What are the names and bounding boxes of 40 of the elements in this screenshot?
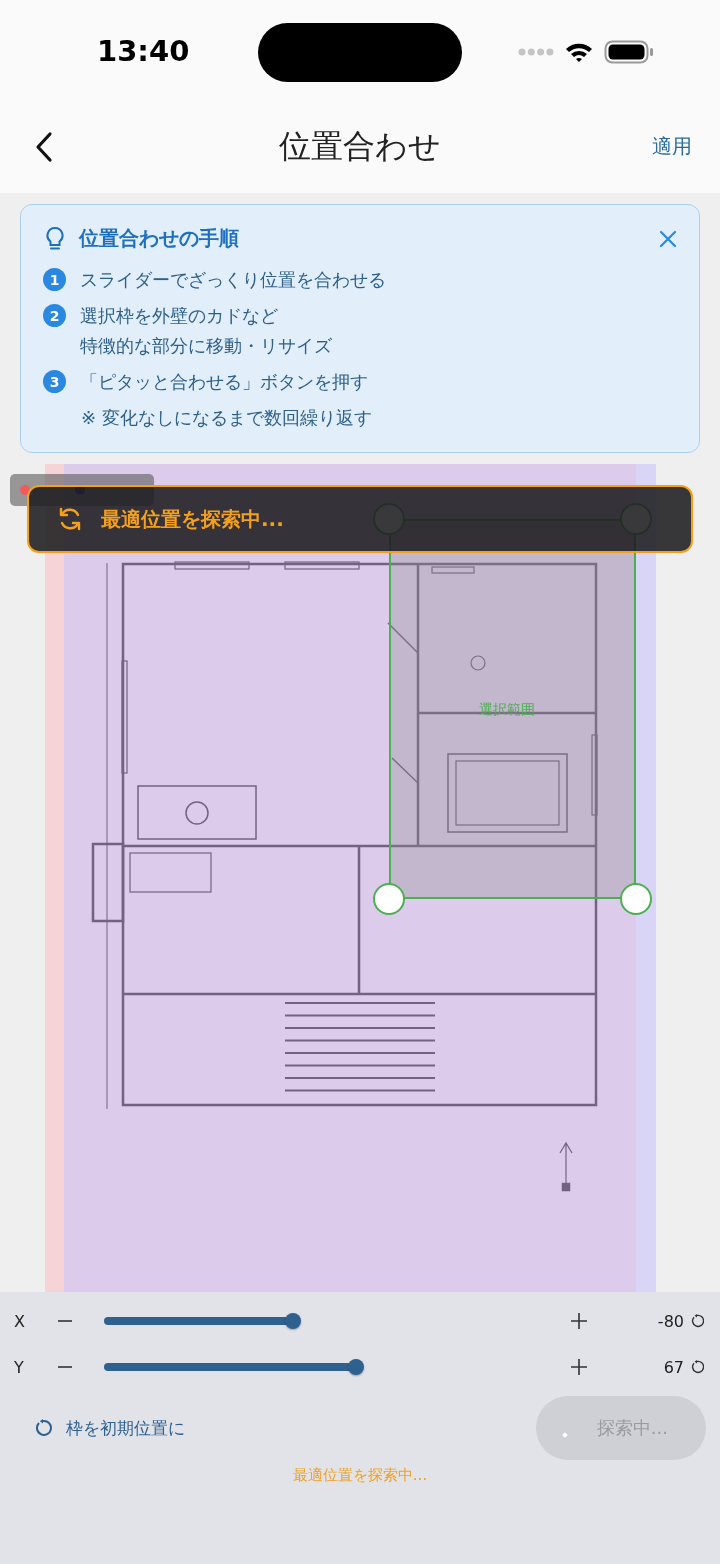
- axis-label: X: [14, 1311, 26, 1331]
- refresh-icon: [57, 506, 83, 532]
- slider-thumb[interactable]: [348, 1359, 364, 1375]
- reset-icon: [690, 1360, 704, 1374]
- reset-value-button[interactable]: [690, 1360, 704, 1374]
- reset-icon: [690, 1314, 704, 1328]
- slider-value: -80: [656, 1311, 685, 1331]
- axis-label: Y: [14, 1357, 25, 1377]
- reset-icon: [34, 1419, 52, 1437]
- slider-thumb[interactable]: [285, 1313, 301, 1329]
- screen-title: 位置合わせ: [279, 125, 441, 167]
- step-number: 2: [43, 304, 66, 327]
- back-icon: [34, 130, 54, 163]
- wifi-icon: [564, 41, 594, 63]
- slider-value: 67: [662, 1357, 685, 1377]
- close-button[interactable]: [659, 229, 677, 248]
- minus-icon: [58, 1366, 72, 1368]
- plus-icon: [571, 1313, 587, 1329]
- signal-icon: [518, 48, 554, 56]
- spinner-icon: [562, 1432, 568, 1438]
- step-text: 特徴的な部分に移動・リサイズ: [80, 334, 332, 358]
- step-text: スライダーでざっくり位置を合わせる: [80, 268, 386, 292]
- reset-value-button[interactable]: [690, 1314, 704, 1328]
- close-icon: [659, 229, 677, 248]
- status-message: 最適位置を探索中...: [291, 1466, 429, 1485]
- step-number: 3: [43, 370, 66, 393]
- step-number: 1: [43, 268, 66, 291]
- apply-button[interactable]: 適用: [652, 133, 692, 160]
- reset-frame-button[interactable]: 枠を初期位置に: [30, 1412, 189, 1444]
- battery-icon: [604, 40, 654, 64]
- step-text: 「ピタッと合わせる」ボタンを押す: [80, 370, 368, 394]
- step-text: 選択枠を外壁のカドなど: [80, 304, 279, 328]
- status-time: 13:40: [97, 34, 190, 68]
- plus-icon: [571, 1359, 587, 1375]
- guide-title: 位置合わせの手順: [79, 225, 240, 252]
- banner-text: 最適位置を探索中...: [101, 505, 284, 533]
- lightbulb-icon: [45, 225, 65, 252]
- guide-note: ※ 変化なしになるまで数回繰り返す: [80, 406, 373, 430]
- back-button[interactable]: [34, 130, 54, 163]
- minus-icon: [58, 1320, 72, 1322]
